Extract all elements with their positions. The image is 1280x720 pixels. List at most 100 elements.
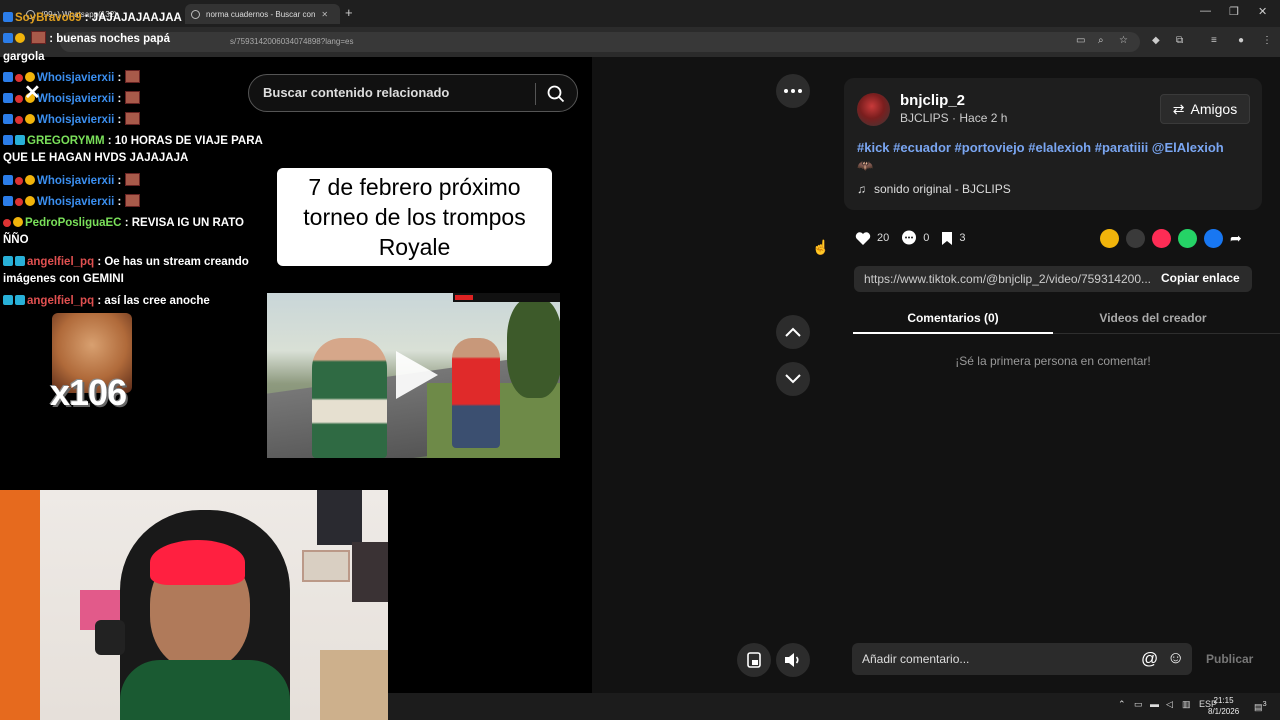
microphone <box>95 620 125 655</box>
new-tab-button[interactable]: + <box>345 5 353 20</box>
webcam-overlay <box>0 490 388 720</box>
music-note-icon: ♫ <box>857 182 866 196</box>
post-hashtags[interactable]: #kick #ecuador #portoviejo #elalexioh #p… <box>857 139 1237 175</box>
more-options-button[interactable] <box>776 74 810 108</box>
tab-comments[interactable]: Comentarios (0) <box>853 311 1053 325</box>
search-icon[interactable] <box>547 85 565 103</box>
friends-button[interactable]: ⇄ Amigos <box>1160 94 1250 124</box>
stream-chat: SoyBravo69 : JAJAJAJAAJAA : buenas noche… <box>0 0 270 490</box>
whatsapp-share-icon[interactable] <box>1178 229 1197 248</box>
badge-icon <box>3 175 13 185</box>
search-separator <box>535 83 536 105</box>
badge-icon <box>15 256 25 266</box>
volume-button[interactable] <box>776 643 810 677</box>
zoom-icon[interactable]: ⌕ <box>1098 35 1104 46</box>
comment-icon[interactable] <box>901 230 917 246</box>
chat-message: Whoisjavierxii : <box>3 91 265 108</box>
sound-link[interactable]: ♫ sonido original - BJCLIPS <box>857 182 1011 196</box>
profile-icon[interactable]: ● <box>1238 35 1244 46</box>
close-tab-icon[interactable]: ✕ <box>321 10 328 19</box>
badge-icon <box>15 116 23 124</box>
empty-comments-message: ¡Sé la primera persona en comentar! <box>955 354 1151 368</box>
menu-icon[interactable]: ⋮ <box>1262 35 1272 46</box>
chat-message: gargola <box>3 51 45 63</box>
send-icon[interactable] <box>1152 229 1171 248</box>
chat-message: angelfiel_pq : Oe has un stream creando … <box>3 256 249 285</box>
avatar[interactable] <box>857 93 890 126</box>
share-arrow-icon[interactable]: ➦ <box>1230 229 1242 248</box>
badge-icon <box>15 95 23 103</box>
restore-icon[interactable]: ❐ <box>1229 5 1239 18</box>
save-count: 3 <box>959 232 966 244</box>
chat-message: PedroPosliguaEC : REVISA IG UN RATO ÑÑO <box>3 217 244 246</box>
post-meta: BJCLIPS · Hace 2 h <box>900 111 1008 125</box>
media-icon[interactable]: ≡ <box>1211 35 1217 46</box>
post-username[interactable]: bnjclip_2 <box>900 92 965 109</box>
volume-icon <box>785 653 799 667</box>
copy-link-button[interactable]: Copiar enlace <box>1161 271 1240 285</box>
badge-icon <box>15 74 23 82</box>
chat-message: Whoisjavierxii : <box>3 112 265 129</box>
tray-battery-icon[interactable]: ▬ <box>1150 699 1159 709</box>
minimize-icon[interactable]: — <box>1200 5 1211 17</box>
repost-icon[interactable] <box>1100 229 1119 248</box>
badge-icon <box>3 12 13 22</box>
embed-icon[interactable] <box>1126 229 1145 248</box>
publish-button[interactable]: Publicar <box>1206 652 1253 666</box>
emote-icon <box>125 173 141 186</box>
comment-box[interactable]: @ ☺ <box>852 643 1192 675</box>
emote-multiplier: x106 <box>50 372 127 413</box>
badge-icon <box>3 219 11 227</box>
active-tab-indicator <box>853 332 1053 334</box>
puzzle-icon[interactable]: ⧉ <box>1176 35 1183 46</box>
bookmark-icon[interactable] <box>941 231 953 246</box>
pip-button[interactable] <box>737 643 771 677</box>
emote-icon <box>31 31 46 44</box>
facebook-icon[interactable] <box>1204 229 1223 248</box>
post-actions: 20 0 3 <box>855 228 978 248</box>
network-icon[interactable]: ▥ <box>1182 699 1191 710</box>
search-input[interactable] <box>261 84 521 101</box>
badge-icon <box>3 72 13 82</box>
play-icon[interactable] <box>396 351 438 399</box>
badge-icon <box>25 196 35 206</box>
badge-icon <box>15 177 23 185</box>
tray-device-icon[interactable]: ▭ <box>1134 699 1143 710</box>
taskbar: ⌃ ▭ ▬ ◁ ▥ ESP ▤3 <box>388 693 1280 720</box>
comment-input[interactable] <box>860 651 1130 667</box>
badge-icon <box>15 135 25 145</box>
tray-chevron-icon[interactable]: ⌃ <box>1118 699 1126 710</box>
mouse-cursor: ☝ <box>812 239 830 255</box>
badge-icon <box>15 295 25 305</box>
search-bar[interactable] <box>248 74 578 112</box>
emote-icon <box>125 112 141 125</box>
badge-icon <box>3 196 13 206</box>
badge-icon <box>3 135 13 145</box>
close-icon[interactable]: ✕ <box>24 80 41 105</box>
next-video-button[interactable] <box>776 362 810 396</box>
chat-message: GREGORYMM : 10 HORAS DE VIAJE PARA QUE L… <box>3 135 263 164</box>
like-heart-icon[interactable] <box>855 231 871 246</box>
extension-icon[interactable]: ◆ <box>1152 35 1160 46</box>
badge-icon <box>3 93 13 103</box>
badge-icon <box>15 33 25 43</box>
like-count: 20 <box>877 232 890 244</box>
badge-icon <box>3 33 13 43</box>
pip-icon <box>747 652 761 668</box>
chat-message: Whoisjavierxii : <box>3 70 265 87</box>
close-window-icon[interactable]: ✕ <box>1258 5 1267 18</box>
friends-icon: ⇄ <box>1172 100 1185 117</box>
bookmark-star-icon[interactable]: ☆ <box>1119 35 1128 46</box>
emoji-icon[interactable]: ☺ <box>1167 648 1184 668</box>
tab-creator-videos[interactable]: Videos del creador <box>1053 311 1253 325</box>
mention-icon[interactable]: @ <box>1141 649 1158 669</box>
volume-tray-icon[interactable]: ◁ <box>1166 699 1173 710</box>
chevron-down-icon <box>785 374 801 384</box>
badge-icon <box>15 198 23 206</box>
previous-video-button[interactable] <box>776 315 810 349</box>
video-caption: 7 de febrero próximo torneo de los tromp… <box>277 168 552 266</box>
cast-icon[interactable]: ▭ <box>1076 35 1085 46</box>
badge-icon <box>25 114 35 124</box>
notification-icon[interactable]: ▤3 <box>1254 699 1267 713</box>
system-clock[interactable]: 21:15 8/1/2026 <box>1208 695 1239 717</box>
